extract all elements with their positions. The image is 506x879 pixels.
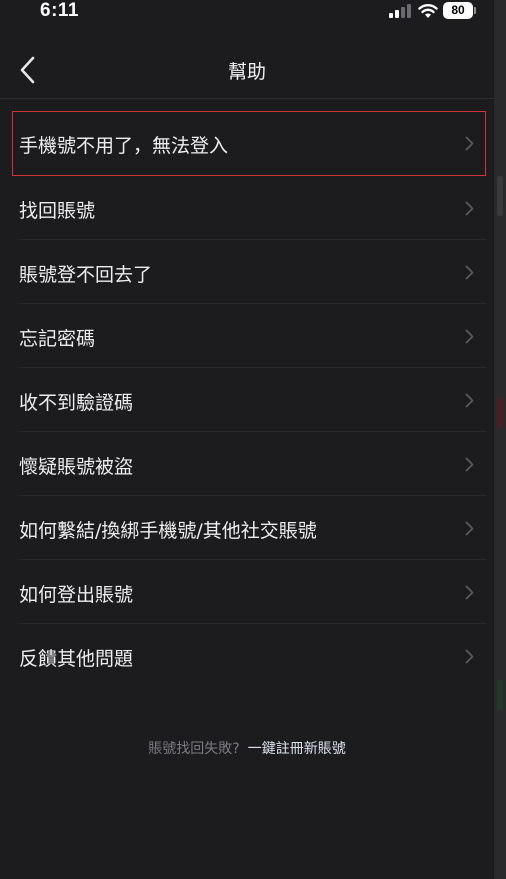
- chevron-right-icon: [465, 136, 474, 151]
- menu-item-cannot-login[interactable]: 賬號登不回去了: [12, 240, 486, 304]
- menu-item-recover-account[interactable]: 找回賬號: [12, 176, 486, 240]
- navigation-bar: 幫助: [0, 40, 494, 99]
- chevron-right-icon: [465, 393, 474, 408]
- menu-item-label: 如何登出賬號: [19, 584, 134, 606]
- edge-mark: [497, 176, 503, 216]
- battery-icon: 80: [443, 2, 473, 19]
- menu-item-phone-unavailable[interactable]: 手機號不用了，無法登入: [12, 111, 486, 176]
- chevron-right-icon: [465, 649, 474, 664]
- chevron-right-icon: [465, 457, 474, 472]
- signal-icon: [389, 4, 411, 18]
- status-time: 6:11: [40, 0, 79, 21]
- chevron-right-icon: [465, 521, 474, 536]
- page-title: 幫助: [227, 61, 266, 83]
- menu-item-forgot-password[interactable]: 忘記密碼: [12, 304, 486, 368]
- edge-mark: [497, 680, 503, 710]
- menu-item-account-stolen[interactable]: 懷疑賬號被盜: [12, 432, 486, 496]
- footer-question: 賬號找回失敗?: [148, 741, 240, 757]
- wifi-icon: [418, 4, 438, 18]
- help-screen: 6:11 80 幫助 手機號不用了，無法登入 找回賬號 賬號登不回去了 忘記密碼…: [0, 0, 494, 879]
- menu-item-label: 忘記密碼: [19, 328, 96, 350]
- battery-cap: [474, 7, 476, 14]
- status-bar: 6:11 80: [0, 0, 494, 26]
- register-new-account-link[interactable]: 一鍵註冊新賬號: [248, 741, 346, 757]
- edge-mark: [497, 398, 503, 428]
- background-app-edge: [494, 0, 506, 879]
- menu-item-label: 懷疑賬號被盜: [19, 456, 134, 478]
- chevron-right-icon: [465, 585, 474, 600]
- menu-item-bind-accounts[interactable]: 如何繫結/換綁手機號/其他社交賬號: [12, 496, 486, 560]
- help-menu-list: 手機號不用了，無法登入 找回賬號 賬號登不回去了 忘記密碼 收不到驗證碼 懷疑賬…: [0, 111, 494, 688]
- menu-item-label: 收不到驗證碼: [19, 392, 134, 414]
- chevron-right-icon: [465, 201, 474, 216]
- menu-item-label: 手機號不用了，無法登入: [19, 135, 229, 157]
- menu-item-label: 賬號登不回去了: [19, 264, 153, 286]
- menu-item-label: 找回賬號: [19, 200, 96, 222]
- chevron-right-icon: [465, 265, 474, 280]
- menu-item-logout[interactable]: 如何登出賬號: [12, 560, 486, 624]
- menu-item-label: 如何繫結/換綁手機號/其他社交賬號: [19, 520, 317, 542]
- chevron-right-icon: [465, 329, 474, 344]
- menu-item-label: 反饋其他問題: [19, 648, 134, 670]
- menu-item-feedback[interactable]: 反饋其他問題: [12, 624, 486, 688]
- menu-item-no-verification-code[interactable]: 收不到驗證碼: [12, 368, 486, 432]
- footer-recovery-prompt: 賬號找回失敗? 一鍵註冊新賬號: [0, 738, 494, 758]
